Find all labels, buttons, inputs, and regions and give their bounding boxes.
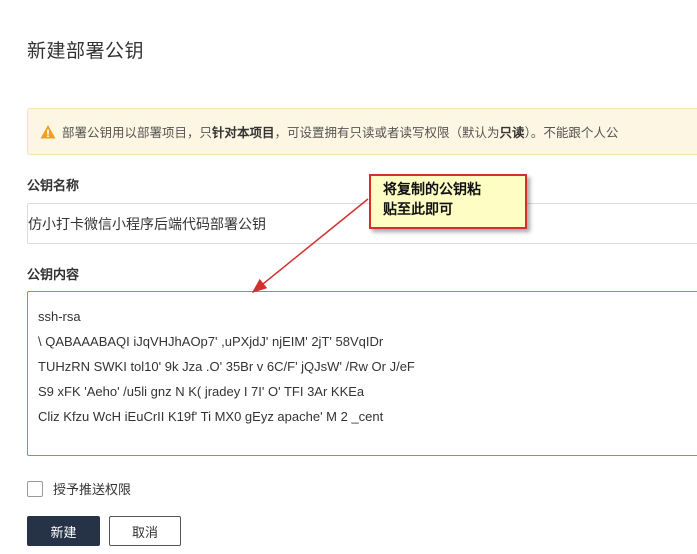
- annotation-arrow: [251, 198, 369, 293]
- callout-line-1: 将复制的公钥粘: [383, 182, 481, 198]
- create-button[interactable]: 新建: [27, 516, 100, 546]
- key-content-line: ssh-rsa: [38, 309, 81, 324]
- callout-line-2: 贴至此即可: [383, 202, 453, 218]
- warning-icon: [40, 124, 56, 138]
- key-content-label: 公钥内容: [27, 268, 80, 283]
- notice-text-bold-project: 针对本项目: [212, 125, 275, 140]
- key-name-label: 公钥名称: [27, 179, 80, 194]
- key-content-line: TUHzRN SWKI tol10' 9k Jza .O' 35Br v 6C/…: [38, 359, 415, 374]
- key-name-input[interactable]: 仿小打卡微信小程序后端代码部署公钥: [27, 203, 697, 244]
- cancel-button[interactable]: 取消: [109, 516, 181, 546]
- key-content-textarea[interactable]: ssh-rsa \ QABAAABAQI iJqVHJhAOp7' ,uPXjd…: [27, 291, 697, 456]
- push-permission-row[interactable]: 授予推送权限: [27, 479, 131, 498]
- permission-notice: 部署公钥用以部署项目，只 针对本项目 ，可设置拥有只读或者读写权限（默认为 只读 ）。不…: [27, 108, 697, 155]
- paste-hint-callout: 将复制的公钥粘 贴至此即可: [369, 174, 527, 229]
- push-permission-checkbox[interactable]: [27, 480, 43, 497]
- page-title: 新建部署公钥: [27, 40, 145, 62]
- key-content-line: \ QABAAABAQI iJqVHJhAOp7' ,uPXjdJ' njEIM…: [38, 334, 384, 349]
- push-permission-label: 授予推送权限: [53, 483, 132, 498]
- notice-text-pre: 部署公钥用以部署项目，只: [62, 125, 213, 140]
- key-content-line: S9 xFK 'Aeho' /u5li gnz N K( jradey I 7I…: [38, 384, 365, 399]
- key-name-value: 仿小打卡微信小程序后端代码部署公钥: [28, 216, 266, 233]
- notice-text-bold-readonly: 只读: [499, 125, 525, 140]
- notice-text-post: ）。不能跟个人公: [524, 125, 619, 140]
- notice-text-mid: ，可设置拥有只读或者读写权限（默认为: [274, 125, 500, 140]
- key-content-line: Cliz Kfzu WcH iEuCrII K19f' Ti MX0 gEyz …: [38, 409, 384, 424]
